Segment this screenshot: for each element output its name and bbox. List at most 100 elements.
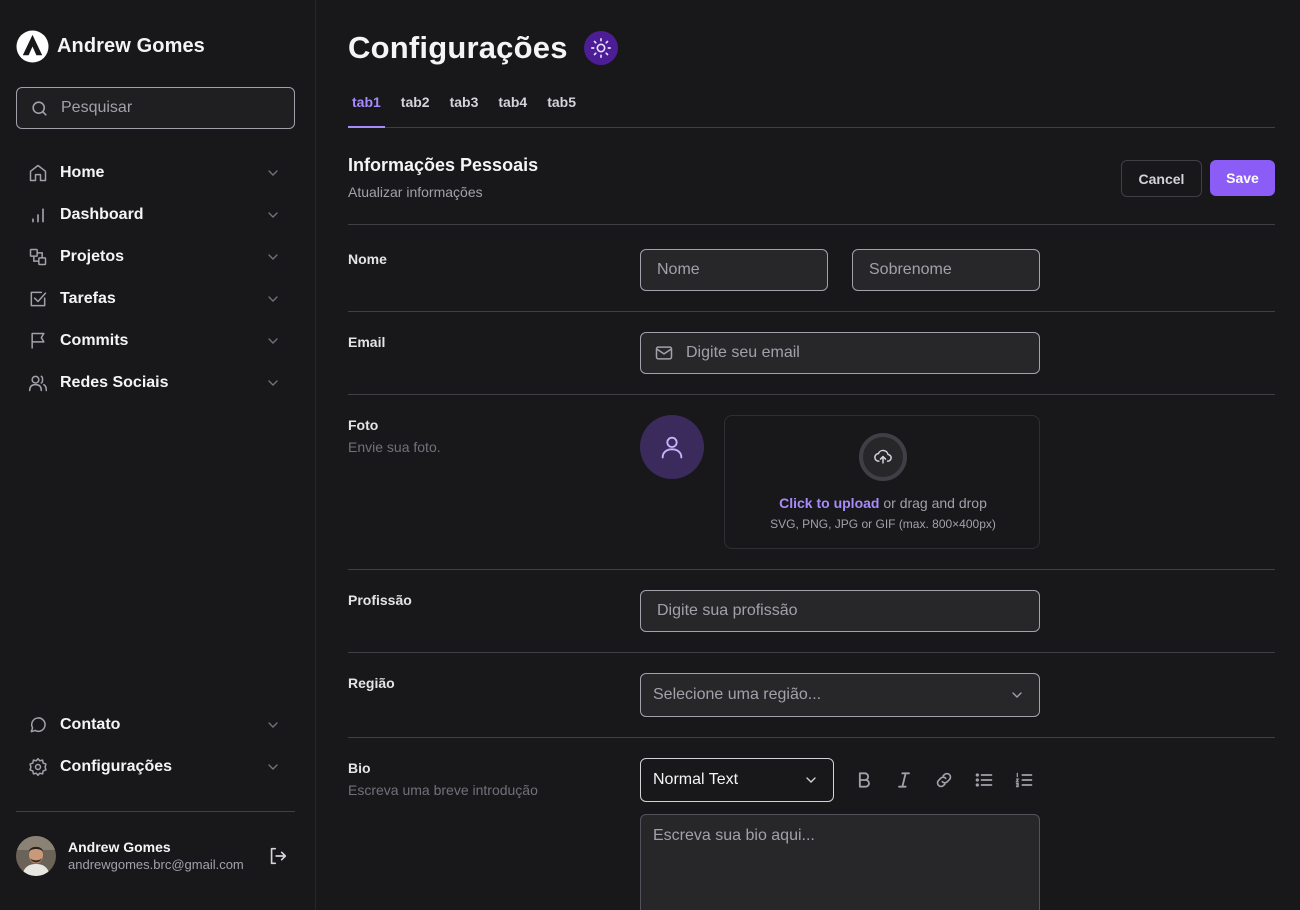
click-to-upload-link[interactable]: Click to upload [779, 495, 879, 511]
sidebar-item-contato[interactable]: Contato [16, 704, 295, 746]
sidebar-item-redes-sociais[interactable]: Redes Sociais [16, 362, 295, 404]
sidebar-item-label: Commits [60, 332, 129, 349]
sidebar-item-projetos[interactable]: Projetos [16, 236, 295, 278]
link-icon[interactable] [934, 770, 954, 790]
chevron-down-icon [268, 170, 278, 176]
tab-bar: tab1 tab2 tab3 tab4 tab5 [348, 90, 1275, 128]
logout-icon[interactable] [267, 845, 289, 867]
title-row: Configurações [348, 30, 618, 66]
tab-5[interactable]: tab5 [543, 90, 580, 128]
divider [348, 569, 1275, 570]
bio-editor[interactable] [640, 814, 1040, 910]
sidebar-item-commits[interactable]: Commits [16, 320, 295, 362]
bio-label: Bio [348, 760, 371, 776]
gear-icon [29, 757, 47, 777]
sidebar-item-label: Redes Sociais [60, 374, 169, 391]
tab-4[interactable]: tab4 [494, 90, 531, 128]
profile-text: Andrew Gomes andrewgomes.brc@gmail.com [68, 838, 267, 874]
mail-icon [655, 346, 673, 360]
region-select-value: Selecione uma região... [653, 686, 822, 703]
email-field[interactable] [640, 332, 1040, 374]
sidebar-bottom-nav: Contato Configurações [16, 704, 295, 788]
chevron-down-icon [268, 764, 278, 770]
chevron-down-icon [1012, 692, 1022, 698]
search-input[interactable] [61, 99, 281, 117]
divider [348, 394, 1275, 395]
foto-label: Foto [348, 417, 379, 433]
upload-dropzone[interactable]: Click to upload or drag and drop SVG, PN… [724, 415, 1040, 549]
upload-hint: SVG, PNG, JPG or GIF (max. 800×400px) [770, 517, 996, 531]
sidebar-item-home[interactable]: Home [16, 152, 295, 194]
italic-icon[interactable] [894, 770, 914, 790]
tab-3[interactable]: tab3 [446, 90, 483, 128]
profession-input[interactable] [657, 602, 1039, 620]
chevron-down-icon [268, 338, 278, 344]
profile-name: Andrew Gomes [68, 839, 171, 855]
chevron-down-icon [268, 296, 278, 302]
photo-placeholder [640, 415, 704, 479]
users-icon [28, 375, 48, 392]
last-name-input[interactable] [869, 261, 1039, 279]
bold-icon[interactable] [854, 770, 874, 790]
region-select[interactable]: Selecione uma região... [640, 673, 1040, 717]
sidebar-item-label: Dashboard [60, 206, 144, 223]
tab-1[interactable]: tab1 [348, 90, 385, 128]
email-input[interactable] [686, 344, 1039, 362]
email-label: Email [348, 334, 386, 350]
main-content: Configurações tab1 tab2 tab3 tab4 tab5 I… [348, 0, 1275, 910]
page-title: Configurações [348, 30, 568, 65]
first-name-input[interactable] [657, 261, 827, 279]
sidebar-item-label: Contato [60, 716, 121, 733]
check-square-icon [30, 291, 47, 307]
chevron-down-icon [268, 212, 278, 218]
sidebar: Andrew Gomes Home Dashboard Projetos Tar… [0, 0, 316, 910]
upload-cloud-icon [859, 433, 907, 481]
profession-field[interactable] [640, 590, 1040, 632]
last-name-field[interactable] [852, 249, 1040, 291]
profile-email: andrewgomes.brc@gmail.com [68, 857, 244, 872]
sidebar-item-label: Tarefas [60, 290, 116, 307]
sidebar-item-tarefas[interactable]: Tarefas [16, 278, 295, 320]
logo-icon [16, 30, 49, 63]
home-icon [29, 164, 47, 182]
sidebar-item-dashboard[interactable]: Dashboard [16, 194, 295, 236]
nome-label: Nome [348, 251, 387, 267]
tab-2[interactable]: tab2 [397, 90, 434, 128]
projects-icon [29, 248, 47, 266]
text-format-value: Normal Text [653, 771, 739, 788]
bio-hint: Escreva uma breve introdução [348, 782, 538, 798]
regiao-label: Região [348, 675, 395, 691]
text-format-select[interactable]: Normal Text [640, 758, 834, 802]
chevron-down-icon [268, 722, 278, 728]
section-header: Informações Pessoais Atualizar informaçõ… [348, 155, 1275, 200]
brand[interactable]: Andrew Gomes [16, 30, 205, 63]
theme-toggle-button[interactable] [583, 31, 618, 65]
sidebar-item-label: Projetos [60, 248, 125, 265]
user-icon [661, 436, 683, 459]
sidebar-item-configuracoes[interactable]: Configurações [16, 746, 295, 788]
divider [348, 224, 1275, 225]
numbered-list-icon[interactable] [1014, 770, 1034, 790]
chevron-down-icon [268, 380, 278, 386]
brand-name: Andrew Gomes [57, 35, 205, 57]
sidebar-item-label: Home [60, 164, 105, 181]
sidebar-nav: Home Dashboard Projetos Tarefas Commits … [16, 152, 295, 404]
save-button[interactable]: Save [1210, 160, 1275, 196]
bio-textarea[interactable] [653, 827, 1027, 910]
profissao-label: Profissão [348, 592, 412, 608]
search-icon [32, 100, 47, 116]
divider [348, 652, 1275, 653]
search-box[interactable] [16, 87, 295, 129]
avatar-image [16, 836, 56, 876]
first-name-field[interactable] [640, 249, 828, 291]
user-profile: Andrew Gomes andrewgomes.brc@gmail.com [16, 836, 295, 876]
avatar[interactable] [16, 836, 56, 876]
chevron-down-icon [268, 254, 278, 260]
message-circle-icon [30, 717, 46, 733]
bullet-list-icon[interactable] [974, 770, 994, 790]
cancel-button[interactable]: Cancel [1121, 160, 1202, 197]
sidebar-divider [16, 811, 295, 812]
upload-instructions: Click to upload or drag and drop [725, 495, 1041, 511]
chevron-down-icon [806, 777, 816, 783]
divider [348, 311, 1275, 312]
